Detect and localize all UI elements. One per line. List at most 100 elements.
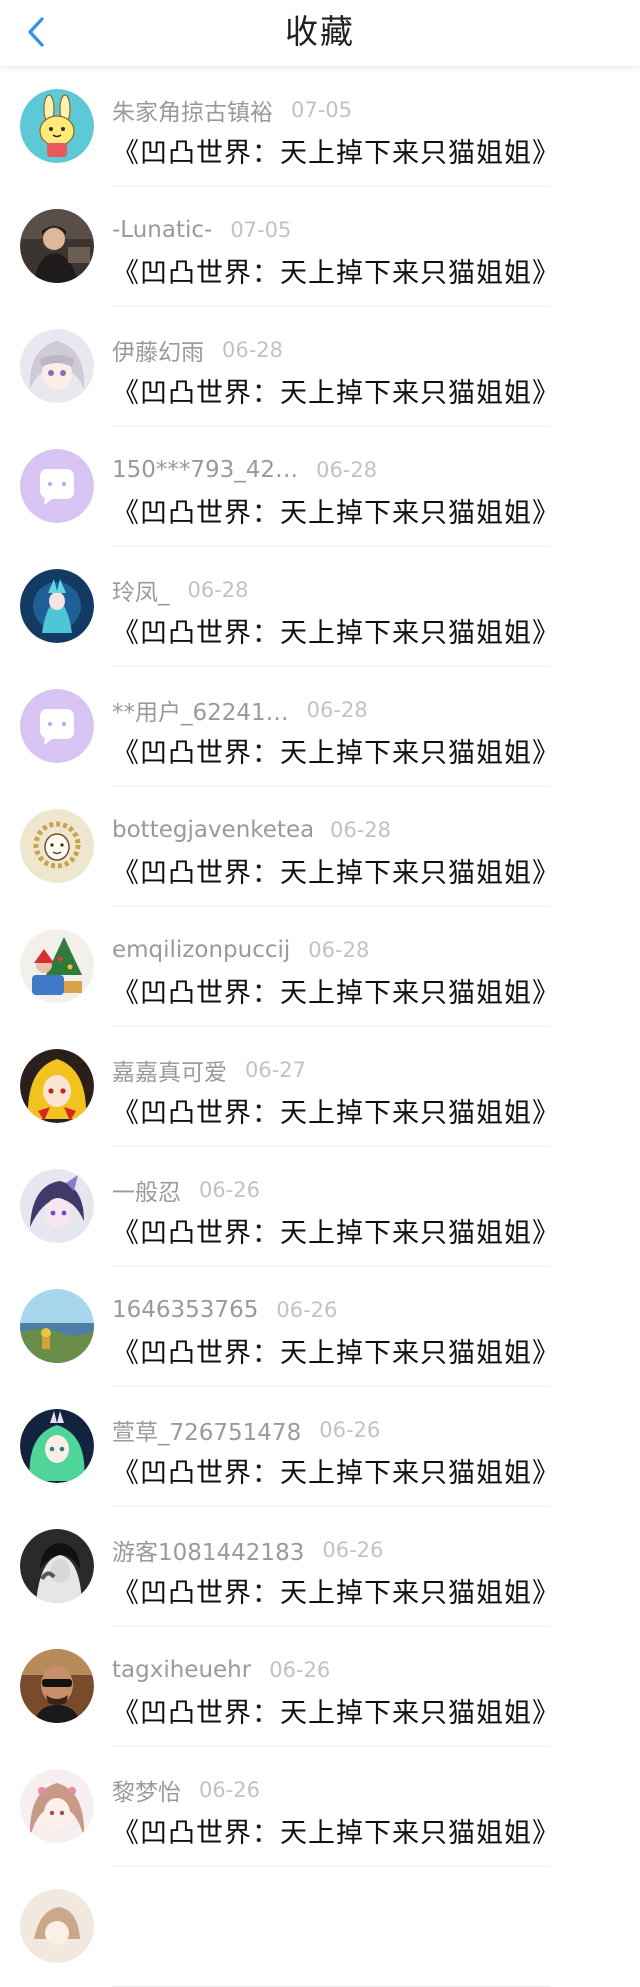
timestamp: 06-26 <box>199 1778 261 1802</box>
anime-yellow-avatar-icon <box>20 1049 94 1123</box>
username[interactable]: 玲凤_ <box>112 573 170 607</box>
avatar[interactable] <box>20 1529 94 1603</box>
item-meta: 玲凤_ 06-28 <box>112 573 249 607</box>
timestamp: 06-26 <box>319 1418 381 1442</box>
username[interactable]: 朱家角掠古镇裕 <box>112 93 273 127</box>
username[interactable]: 一般忍 <box>112 1173 181 1207</box>
avatar[interactable] <box>20 1289 94 1363</box>
timestamp: 06-28 <box>330 818 392 842</box>
item-title[interactable]: 《凹凸世界：天上掉下来只猫姐姐》 <box>112 1331 560 1370</box>
list-item[interactable]: 游客1081442183 06-26 《凹凸世界：天上掉下来只猫姐姐》 <box>0 1507 640 1627</box>
item-title[interactable]: 《凹凸世界：天上掉下来只猫姐姐》 <box>112 1811 560 1850</box>
item-meta: emqilizonpuccij 06-28 <box>112 933 369 967</box>
username[interactable]: emqilizonpuccij <box>112 937 290 963</box>
timestamp: 06-26 <box>199 1178 261 1202</box>
item-title[interactable]: 《凹凸世界：天上掉下来只猫姐姐》 <box>112 491 560 530</box>
timestamp: 06-26 <box>276 1298 338 1322</box>
avatar[interactable] <box>20 1169 94 1243</box>
item-title[interactable]: 《凹凸世界：天上掉下来只猫姐姐》 <box>112 851 560 890</box>
item-title[interactable]: 《凹凸世界：天上掉下来只猫姐姐》 <box>112 1211 560 1250</box>
bunny-avatar-icon <box>20 89 94 163</box>
item-meta: -Lunatic- 07-05 <box>112 213 291 247</box>
sketch-lion-avatar-icon <box>20 809 94 883</box>
timestamp: 06-26 <box>269 1658 331 1682</box>
sunglasses-man-avatar-icon <box>20 1649 94 1723</box>
list-item[interactable]: emqilizonpuccij 06-28 《凹凸世界：天上掉下来只猫姐姐》 <box>0 907 640 1027</box>
avatar[interactable] <box>20 929 94 1003</box>
avatar[interactable] <box>20 1049 94 1123</box>
list-item[interactable]: **用户_62241… 06-28 《凹凸世界：天上掉下来只猫姐姐》 <box>0 667 640 787</box>
anime-silver-hair-avatar-icon <box>20 329 94 403</box>
header-bar: 收藏 <box>0 0 640 67</box>
anime-blue-night-avatar-icon <box>20 569 94 643</box>
avatar[interactable] <box>20 209 94 283</box>
timestamp: 07-05 <box>291 98 353 122</box>
anime-partial-avatar-icon <box>20 1889 94 1963</box>
item-title[interactable]: 《凹凸世界：天上掉下来只猫姐姐》 <box>112 731 560 770</box>
item-title[interactable]: 《凹凸世界：天上掉下来只猫姐姐》 <box>112 251 560 290</box>
item-meta: 150***793_42… 06-28 <box>112 453 377 487</box>
item-meta: 黎梦怡 06-26 <box>112 1773 260 1807</box>
avatar[interactable] <box>20 689 94 763</box>
list-item[interactable]: 一般忍 06-26 《凹凸世界：天上掉下来只猫姐姐》 <box>0 1147 640 1267</box>
username[interactable]: tagxiheuehr <box>112 1657 251 1683</box>
avatar[interactable] <box>20 569 94 643</box>
default-chat-bubble-avatar-icon <box>20 449 94 523</box>
list-item[interactable]: 嘉嘉真可爱 06-27 《凹凸世界：天上掉下来只猫姐姐》 <box>0 1027 640 1147</box>
username[interactable]: 嘉嘉真可爱 <box>112 1053 227 1087</box>
list-item[interactable]: bottegjavenketea 06-28 《凹凸世界：天上掉下来只猫姐姐》 <box>0 787 640 907</box>
list-item[interactable]: 150***793_42… 06-28 《凹凸世界：天上掉下来只猫姐姐》 <box>0 427 640 547</box>
item-meta: 一般忍 06-26 <box>112 1173 260 1207</box>
item-title[interactable]: 《凹凸世界：天上掉下来只猫姐姐》 <box>112 971 560 1010</box>
item-title[interactable]: 《凹凸世界：天上掉下来只猫姐姐》 <box>112 1451 560 1490</box>
anime-pink-girl-avatar-icon <box>20 1769 94 1843</box>
avatar[interactable] <box>20 329 94 403</box>
username[interactable]: **用户_62241… <box>112 693 289 727</box>
avatar[interactable] <box>20 809 94 883</box>
item-title[interactable]: 《凹凸世界：天上掉下来只猫姐姐》 <box>112 371 560 410</box>
timestamp: 06-28 <box>222 338 284 362</box>
username[interactable]: 黎梦怡 <box>112 1773 181 1807</box>
username[interactable]: -Lunatic- <box>112 217 212 243</box>
username[interactable]: 伊藤幻雨 <box>112 333 204 367</box>
list-item[interactable]: tagxiheuehr 06-26 《凹凸世界：天上掉下来只猫姐姐》 <box>0 1627 640 1747</box>
list-item[interactable] <box>0 1867 640 1987</box>
monochrome-portrait-avatar-icon <box>20 1529 94 1603</box>
username[interactable]: 1646353765 <box>112 1297 258 1323</box>
avatar[interactable] <box>20 449 94 523</box>
avatar[interactable] <box>20 1409 94 1483</box>
anime-purple-avatar-icon <box>20 1169 94 1243</box>
list-item[interactable]: 伊藤幻雨 06-28 《凹凸世界：天上掉下来只猫姐姐》 <box>0 307 640 427</box>
username[interactable]: 萱草_726751478 <box>112 1413 301 1447</box>
item-title[interactable]: 《凹凸世界：天上掉下来只猫姐姐》 <box>112 611 560 650</box>
timestamp: 06-28 <box>316 458 378 482</box>
list-item[interactable]: 玲凤_ 06-28 《凹凸世界：天上掉下来只猫姐姐》 <box>0 547 640 667</box>
item-title[interactable]: 《凹凸世界：天上掉下来只猫姐姐》 <box>112 1571 560 1610</box>
item-title[interactable]: 《凹凸世界：天上掉下来只猫姐姐》 <box>112 131 560 170</box>
anime-green-hair-avatar-icon <box>20 1409 94 1483</box>
default-chat-bubble-avatar-icon <box>20 689 94 763</box>
avatar[interactable] <box>20 1649 94 1723</box>
item-title[interactable]: 《凹凸世界：天上掉下来只猫姐姐》 <box>112 1091 560 1130</box>
item-meta: tagxiheuehr 06-26 <box>112 1653 330 1687</box>
avatar[interactable] <box>20 1769 94 1843</box>
item-title[interactable]: 《凹凸世界：天上掉下来只猫姐姐》 <box>112 1691 560 1730</box>
timestamp: 06-28 <box>187 578 249 602</box>
timestamp: 06-27 <box>245 1058 307 1082</box>
list-item[interactable]: -Lunatic- 07-05 《凹凸世界：天上掉下来只猫姐姐》 <box>0 187 640 307</box>
timestamp: 06-28 <box>306 698 368 722</box>
list-item[interactable]: 朱家角掠古镇裕 07-05 《凹凸世界：天上掉下来只猫姐姐》 <box>0 67 640 187</box>
landscape-photo-avatar-icon <box>20 1289 94 1363</box>
item-meta: 1646353765 06-26 <box>112 1293 337 1327</box>
avatar[interactable] <box>20 89 94 163</box>
list-item[interactable]: 萱草_726751478 06-26 《凹凸世界：天上掉下来只猫姐姐》 <box>0 1387 640 1507</box>
username[interactable]: 游客1081442183 <box>112 1533 304 1567</box>
timestamp: 06-28 <box>308 938 370 962</box>
username[interactable]: 150***793_42… <box>112 457 298 483</box>
username[interactable]: bottegjavenketea <box>112 817 312 843</box>
avatar[interactable] <box>20 1889 94 1963</box>
list-item[interactable]: 黎梦怡 06-26 《凹凸世界：天上掉下来只猫姐姐》 <box>0 1747 640 1867</box>
list-item[interactable]: 1646353765 06-26 《凹凸世界：天上掉下来只猫姐姐》 <box>0 1267 640 1387</box>
timestamp: 06-26 <box>322 1538 384 1562</box>
item-meta <box>112 1893 130 1927</box>
